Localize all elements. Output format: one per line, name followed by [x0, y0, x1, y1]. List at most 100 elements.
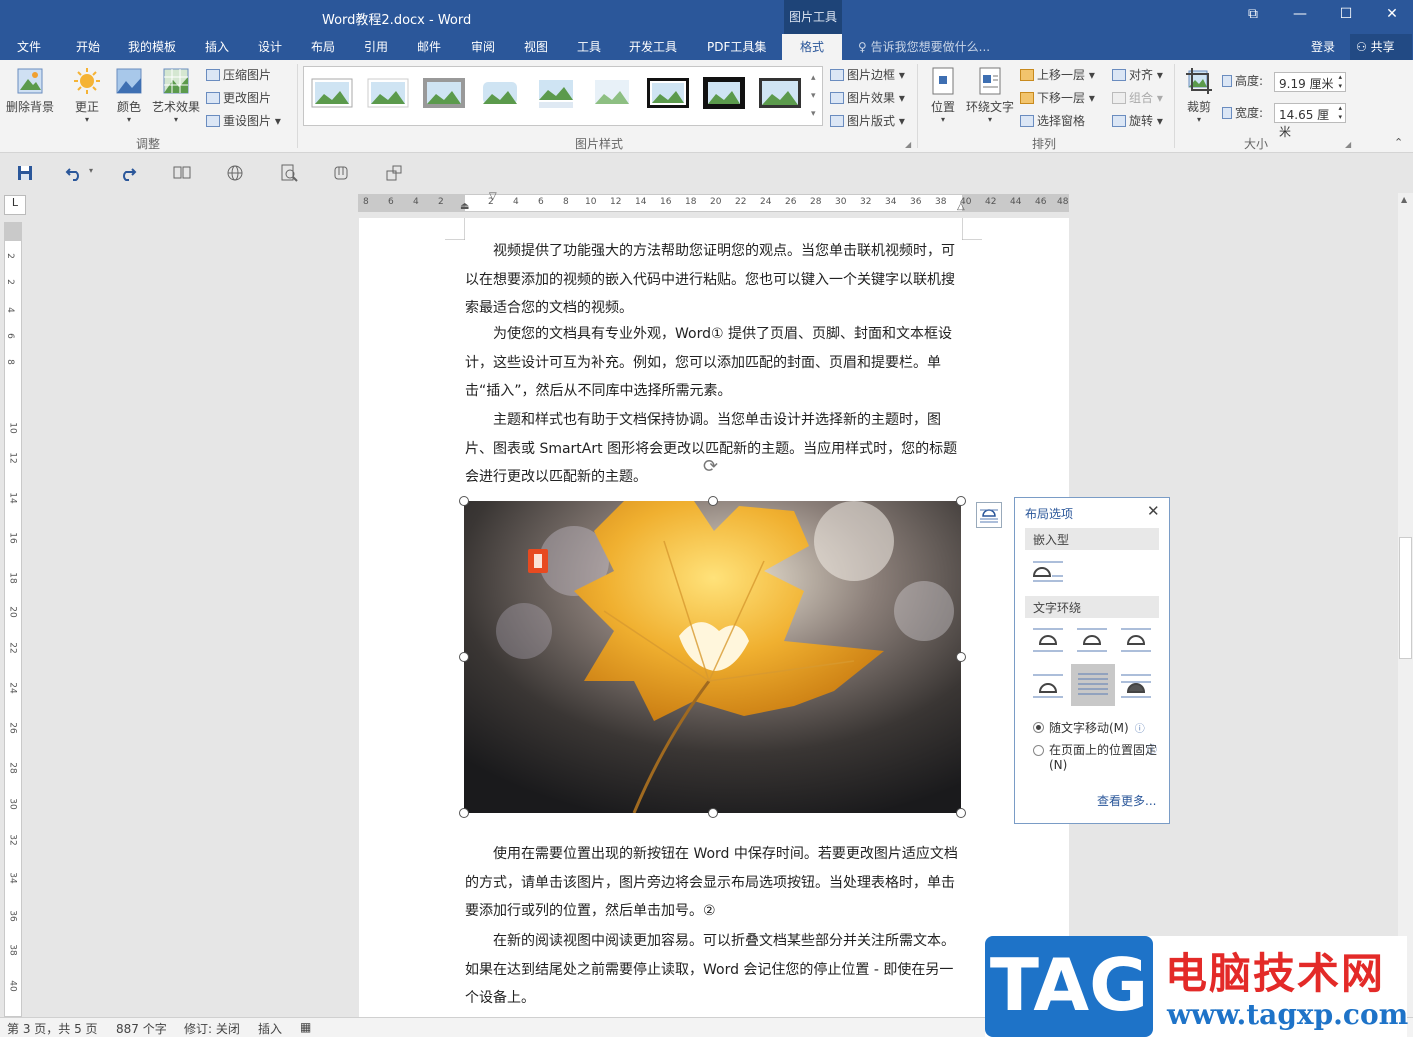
gallery-scroll-arrows[interactable]: ▴ ▾ ▾ [811, 69, 816, 123]
paragraph[interactable]: 视频提供了功能强大的方法帮助您证明您的观点。当您单击联机视频时，可以在想要添加的… [465, 237, 963, 323]
ribbon-display-options-icon[interactable]: ⧉ [1242, 6, 1264, 22]
change-picture-button[interactable]: 更改图片 [206, 89, 271, 106]
picture-style-4[interactable] [478, 75, 522, 111]
remove-background-button[interactable]: 删除背景 [4, 66, 56, 115]
redo-icon[interactable] [118, 163, 138, 183]
width-input[interactable]: 14.65 厘米 ▴ ▾ [1274, 103, 1346, 139]
wrap-through-icon[interactable] [1119, 626, 1153, 654]
picture-style-5[interactable] [534, 75, 578, 111]
rotate-handle-icon[interactable]: ⟳ [703, 456, 718, 477]
tab-selector[interactable]: L [4, 195, 26, 215]
touch-mode-icon[interactable] [331, 163, 351, 183]
selected-picture[interactable] [464, 501, 961, 813]
group-objects-button[interactable]: 组合 ▾ [1112, 89, 1163, 106]
wrap-behind-text-option-selected[interactable] [1071, 664, 1115, 706]
print-preview-icon[interactable] [279, 163, 299, 183]
word-count[interactable]: 887 个字 [116, 1020, 167, 1037]
first-line-indent-marker-icon[interactable]: ▽ [489, 191, 497, 202]
picture-styles-gallery[interactable]: ▴ ▾ ▾ [303, 66, 823, 126]
close-icon[interactable]: ✕ [1147, 502, 1160, 520]
track-changes-status[interactable]: 修订: 关闭 [184, 1020, 240, 1037]
resize-handle[interactable] [956, 808, 966, 818]
position-button[interactable]: 位置 ▾ [925, 66, 961, 124]
horizontal-ruler[interactable]: 8 6 4 2 2 4 6 8 10 12 14 16 18 20 22 24 … [358, 191, 1069, 212]
fix-position-radio[interactable]: 在页面上的位置固定(N) ⓘ [1033, 743, 1163, 773]
wrap-tight-icon[interactable] [1075, 626, 1109, 654]
vertical-ruler[interactable]: 2 2 4 6 8 10 12 14 16 18 20 22 24 26 28 … [4, 222, 22, 1017]
spinner-icon[interactable]: ▴ ▾ [1338, 73, 1342, 91]
vertical-scrollbar[interactable]: ▲ [1398, 193, 1413, 1017]
reset-picture-button[interactable]: 重设图片 ▾ [206, 112, 281, 129]
macro-record-icon[interactable]: ▦ [300, 1020, 311, 1034]
corrections-button[interactable]: 更正 ▾ [68, 66, 106, 124]
compress-pictures-button[interactable]: 压缩图片 [206, 66, 271, 83]
page-count[interactable]: 第 3 页，共 5 页 [7, 1020, 98, 1037]
resize-handle[interactable] [708, 496, 718, 506]
dialog-launcher-icon[interactable]: ◢ [905, 140, 911, 149]
resize-handle[interactable] [459, 496, 469, 506]
tab-references[interactable]: 引用 [364, 38, 388, 55]
picture-style-7[interactable] [646, 75, 690, 111]
save-icon[interactable] [15, 163, 35, 183]
crop-button[interactable]: 裁剪 ▾ [1180, 66, 1218, 124]
right-indent-marker-icon[interactable]: △ [957, 201, 965, 212]
wrap-inline-icon[interactable] [1031, 558, 1065, 586]
paragraph[interactable]: 为使您的文档具有专业外观，Word① 提供了页眉、页脚、封面和文本框设计，这些设… [465, 320, 963, 406]
sign-in-link[interactable]: 登录 [1311, 38, 1335, 55]
layout-options-button[interactable] [976, 502, 1002, 528]
share-button[interactable]: ⚇ 共享 [1350, 34, 1412, 60]
tab-file[interactable]: 文件 [17, 38, 41, 55]
web-layout-icon[interactable] [225, 163, 245, 183]
picture-border-button[interactable]: 图片边框 ▾ [830, 66, 905, 83]
artistic-effects-button[interactable]: 艺术效果 ▾ [150, 66, 202, 124]
undo-dropdown-icon[interactable]: ▾ [89, 166, 93, 175]
picture-style-2[interactable] [366, 75, 410, 111]
picture-style-9[interactable] [758, 75, 802, 111]
picture-style-8[interactable] [702, 75, 746, 111]
scroll-up-icon[interactable]: ▲ [1401, 195, 1407, 204]
paragraph[interactable]: 主题和样式也有助于文档保持协调。当您单击设计并选择新的主题时，图片、图表或 Sm… [465, 406, 963, 492]
resize-handle[interactable] [956, 652, 966, 662]
send-backward-button[interactable]: 下移一层 ▾ [1020, 89, 1095, 106]
picture-effects-button[interactable]: 图片效果 ▾ [830, 89, 905, 106]
picture-style-3[interactable] [422, 75, 466, 111]
collapse-ribbon-icon[interactable]: ⌃ [1394, 136, 1403, 149]
resize-handle[interactable] [459, 808, 469, 818]
tab-mailings[interactable]: 邮件 [417, 38, 441, 55]
picture-style-1[interactable] [310, 75, 354, 111]
paragraph[interactable]: 使用在需要位置出现的新按钮在 Word 中保存时间。若要更改图片适应文档的方式，… [465, 840, 963, 926]
tab-design[interactable]: 设计 [258, 38, 282, 55]
tab-insert[interactable]: 插入 [205, 38, 229, 55]
close-icon[interactable]: ✕ [1381, 6, 1403, 22]
wrap-in-front-icon[interactable] [1119, 672, 1153, 700]
tell-me-search[interactable]: ♀ 告诉我您想要做什么... [858, 38, 990, 55]
picture-style-6[interactable] [590, 75, 634, 111]
scrollbar-thumb[interactable] [1399, 537, 1412, 659]
tab-pdf-tools[interactable]: PDF工具集 [707, 38, 766, 55]
rotate-button[interactable]: 旋转 ▾ [1112, 112, 1163, 129]
selection-pane-button[interactable]: 选择窗格 [1020, 112, 1085, 129]
read-mode-icon[interactable] [172, 163, 192, 183]
wrap-top-bottom-icon[interactable] [1031, 672, 1065, 700]
resize-handle[interactable] [708, 808, 718, 818]
move-with-text-radio[interactable]: 随文字移动(M) ⓘ [1033, 719, 1145, 736]
tab-review[interactable]: 审阅 [471, 38, 495, 55]
color-button[interactable]: 颜色 ▾ [110, 66, 148, 124]
tab-home[interactable]: 开始 [76, 38, 100, 55]
minimize-icon[interactable]: — [1289, 6, 1311, 22]
undo-icon[interactable] [64, 163, 84, 183]
tab-tools[interactable]: 工具 [577, 38, 601, 55]
bring-forward-button[interactable]: 上移一层 ▾ [1020, 66, 1095, 83]
height-input[interactable]: 9.19 厘米 ▴ ▾ [1274, 72, 1346, 92]
customize-toolbar-icon[interactable] [384, 163, 404, 183]
insert-mode[interactable]: 插入 [258, 1020, 282, 1037]
tab-format[interactable]: 格式 [782, 34, 843, 60]
resize-handle[interactable] [956, 496, 966, 506]
left-indent-marker-icon[interactable]: ⏏ [460, 201, 469, 212]
resize-handle[interactable] [459, 652, 469, 662]
document-page[interactable]: 视频提供了功能强大的方法帮助您证明您的观点。当您单击联机视频时，可以在想要添加的… [359, 218, 1069, 1018]
picture-layout-button[interactable]: 图片版式 ▾ [830, 112, 905, 129]
spinner-icon[interactable]: ▴ ▾ [1338, 104, 1342, 122]
tab-view[interactable]: 视图 [524, 38, 548, 55]
see-more-link[interactable]: 查看更多... [1097, 792, 1156, 809]
